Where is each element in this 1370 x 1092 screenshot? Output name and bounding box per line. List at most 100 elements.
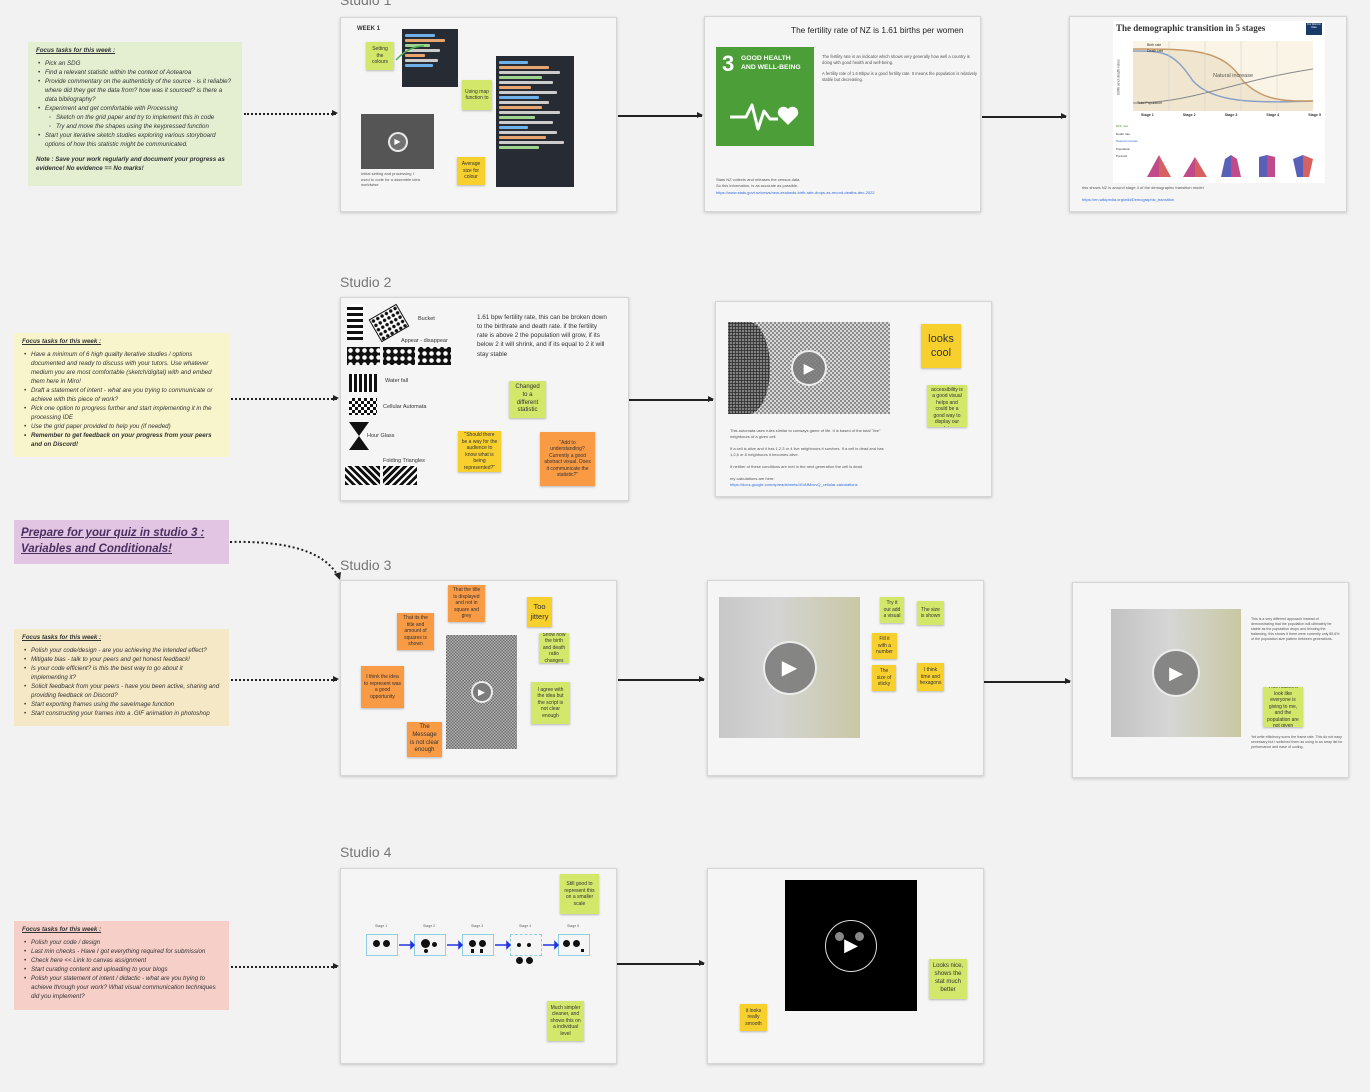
circle-dot-icon bbox=[835, 931, 844, 941]
focus-tasks-week2-note[interactable]: Focus tasks for this week : Have a minim… bbox=[14, 333, 229, 457]
arrow-s4-a[interactable] bbox=[617, 960, 705, 966]
s1-video[interactable]: ▶ bbox=[361, 114, 434, 169]
task-item: Start exporting frames using the saveIma… bbox=[22, 701, 221, 710]
s4-final-frame[interactable]: ▶ it looks really smooth Looks nice, sho… bbox=[707, 868, 984, 1064]
task-item: Check here << Link to canvas assignment bbox=[22, 957, 221, 966]
sticky-everyone[interactable]: This makes it look like everyone is givi… bbox=[1263, 687, 1303, 727]
arrow-s1-a[interactable] bbox=[618, 112, 703, 118]
focus-tasks-week1-note[interactable]: Focus tasks for this week : Pick an SDG … bbox=[28, 42, 242, 186]
connector-week3[interactable] bbox=[231, 676, 339, 682]
appear-sketch bbox=[347, 347, 452, 365]
sticky-orange-1[interactable]: That its the title and amount of squares… bbox=[397, 613, 434, 650]
sticky-orange-3[interactable]: I think the idea to represent was a good… bbox=[361, 666, 404, 708]
connector-week4[interactable] bbox=[231, 963, 339, 969]
s3-stable-frame[interactable]: ▶ This is a very different approach inst… bbox=[1072, 582, 1349, 778]
cellular-text-1: This automata uses rules similar to conw… bbox=[730, 428, 881, 439]
sticky-colour-accessibility[interactable]: think colour accessibility is a good vis… bbox=[927, 385, 967, 427]
sticky-question-1[interactable]: "Should there be a way for the audience … bbox=[458, 431, 501, 472]
s2-cellular-frame[interactable]: ▶ This automata uses rules similar to co… bbox=[715, 301, 992, 497]
sdg-number: 3 bbox=[722, 51, 735, 76]
demographic-link[interactable]: https://en.wikipedia.org/wiki/Demographi… bbox=[1082, 197, 1232, 203]
s3-gradient-video[interactable]: ▶ bbox=[719, 597, 860, 738]
connector-week2[interactable] bbox=[231, 395, 339, 401]
sticky-too-jittery[interactable]: Too jittery bbox=[527, 597, 552, 627]
connector-quiz[interactable] bbox=[228, 530, 358, 590]
sticky-question-2[interactable]: "Add to understanding? Currently a good … bbox=[540, 432, 595, 486]
fertility-source: Stats NZ collects and releases the censu… bbox=[716, 177, 801, 188]
s1-fertility-frame[interactable]: The fertility rate of NZ is 1.61 births … bbox=[704, 16, 981, 212]
sticky-note-c[interactable]: Fill it with a number bbox=[872, 633, 897, 659]
fertility-link[interactable]: https://www.stats.govt.nz/news/new-zeala… bbox=[716, 190, 891, 196]
quiz-reminder-text: Prepare for your quiz in studio 3 : Vari… bbox=[21, 527, 205, 555]
sticky-message-unclear[interactable]: The Message is not clear enough bbox=[407, 722, 442, 757]
owid-badge: Our World in Data bbox=[1306, 23, 1322, 35]
population-pyramids bbox=[1147, 155, 1313, 177]
quiz-reminder-note[interactable]: Prepare for your quiz in studio 3 : Vari… bbox=[14, 520, 229, 564]
task-item: Start constructing your frames into a .G… bbox=[22, 710, 221, 719]
bucket-sketch bbox=[347, 303, 410, 343]
sticky-orange-2[interactable]: That the title is displayed and not in s… bbox=[448, 585, 485, 622]
sticky-looks-cool[interactable]: looks cool bbox=[921, 324, 961, 368]
s1-demographic-frame[interactable]: The demographic transition in 5 stages O… bbox=[1069, 16, 1347, 212]
stage-label: Stage 3 bbox=[1224, 113, 1238, 117]
focus-tasks-week3-note[interactable]: Focus tasks for this week : Polish your … bbox=[14, 629, 229, 726]
sticky-really-smooth[interactable]: it looks really smooth bbox=[740, 1004, 767, 1031]
appear-label: Appear - disappear bbox=[401, 338, 448, 344]
s3-nz-video[interactable]: ▶ bbox=[446, 635, 517, 749]
play-icon[interactable]: ▶ bbox=[387, 131, 408, 152]
stable-text-2: Yet write efficiency sums the frame rate… bbox=[1251, 735, 1343, 750]
hourglass-label: Hour Glass bbox=[367, 433, 395, 439]
task-note-title: Focus tasks for this week : bbox=[22, 634, 102, 641]
s1-sketch-frame[interactable]: WEEK 1 Setting the colours Using map fun… bbox=[340, 17, 617, 212]
sticky-note-a[interactable]: Try it out add a visual bbox=[880, 597, 904, 623]
task-item: Find a relevant statistic within the con… bbox=[36, 69, 234, 78]
s3-feedback-frame[interactable]: ▶ That its the title and amount of squar… bbox=[340, 580, 617, 776]
task-note-warning: Note : Save your work regularly and docu… bbox=[36, 155, 225, 172]
fertility-title: The fertility rate of NZ is 1.61 births … bbox=[791, 25, 964, 35]
s4-stages-frame[interactable]: Stage 1 Stage 2 Stage 3 Stage 4 Stage 5 … bbox=[340, 868, 617, 1064]
focus-tasks-week4-note[interactable]: Focus tasks for this week : Polish your … bbox=[14, 921, 229, 1010]
s2-cellular-video[interactable]: ▶ bbox=[728, 322, 890, 414]
task-item: Polish your code/design - are you achiev… bbox=[22, 647, 221, 656]
task-subitem: Try and move the shapes using the keypre… bbox=[36, 123, 234, 132]
arrow-s3-b[interactable] bbox=[984, 678, 1071, 684]
sticky-note-e[interactable]: I think time and hexagons bbox=[917, 663, 944, 691]
sticky-note-d[interactable]: The size of sticky bbox=[872, 665, 896, 691]
demographic-infographic[interactable]: The demographic transition in 5 stages O… bbox=[1113, 21, 1325, 183]
fertility-paragraph-1: The fertility rate is an indicator which… bbox=[822, 54, 970, 65]
play-icon[interactable]: ▶ bbox=[762, 640, 817, 695]
task-note-title: Focus tasks for this week : bbox=[22, 338, 102, 345]
play-icon[interactable]: ▶ bbox=[470, 681, 493, 703]
cellular-text-2: If a cell is alive and it has 1,2,3 or 4… bbox=[730, 446, 884, 457]
s3-gradient-frame[interactable]: ▶ Try it out add a visual The size is sh… bbox=[707, 580, 984, 776]
arrow-s2-a[interactable] bbox=[629, 396, 714, 402]
sticky-lime-1[interactable]: Show how the birth and death ratio chang… bbox=[539, 633, 569, 663]
code-snippet-long[interactable] bbox=[496, 56, 574, 187]
play-icon[interactable]: ▶ bbox=[825, 919, 877, 972]
folding-label: Folding Triangles bbox=[383, 458, 425, 464]
sticky-average-size[interactable]: Average size for colour bbox=[457, 157, 485, 185]
arrow-s1-b[interactable] bbox=[982, 113, 1067, 119]
play-icon[interactable]: ▶ bbox=[791, 350, 827, 386]
sticky-note-b[interactable]: The size is shown bbox=[917, 601, 944, 625]
task-item: Use the grid paper provided to help you … bbox=[22, 423, 221, 432]
sticky-setting-colours[interactable]: Setting the colours bbox=[366, 42, 394, 70]
task-item: Draft a statement of intent - what are y… bbox=[22, 387, 221, 405]
play-icon[interactable]: ▶ bbox=[1152, 649, 1200, 697]
sticky-map-function[interactable]: Using map function to bbox=[462, 80, 492, 110]
cellular-calc-link[interactable]: https://docs.google.com/spreadsheets/d/1… bbox=[730, 482, 880, 488]
sticky-lime-2[interactable]: I agree with the idea but the script is … bbox=[531, 682, 570, 724]
week-label: WEEK 1 bbox=[357, 26, 381, 32]
sticky-changed-statistic[interactable]: Changed to a different statistic bbox=[509, 381, 546, 418]
task-item: Experiment and get comfortable with Proc… bbox=[36, 105, 234, 114]
arrow-s3-a[interactable] bbox=[618, 676, 705, 682]
s3-stable-video[interactable]: ▶ bbox=[1111, 609, 1241, 737]
connector-week1[interactable] bbox=[244, 110, 338, 116]
sdg-tile[interactable]: 3 GOOD HEALTH AND WELL-BEING bbox=[716, 47, 814, 146]
s2-iterations-frame[interactable]: Bucket Appear - disappear Water fall Cel… bbox=[340, 297, 629, 501]
sticky-looks-nice[interactable]: Looks nice, shows the stat much better bbox=[929, 959, 967, 999]
s4-final-video[interactable]: ▶ bbox=[785, 880, 917, 1011]
sticky-much-simpler[interactable]: Much simpler cleaner, and shows this on … bbox=[547, 1001, 584, 1041]
sticky-smaller-scale[interactable]: Still good to represent this on a smalle… bbox=[560, 874, 599, 914]
waterfall-label: Water fall bbox=[385, 378, 409, 384]
